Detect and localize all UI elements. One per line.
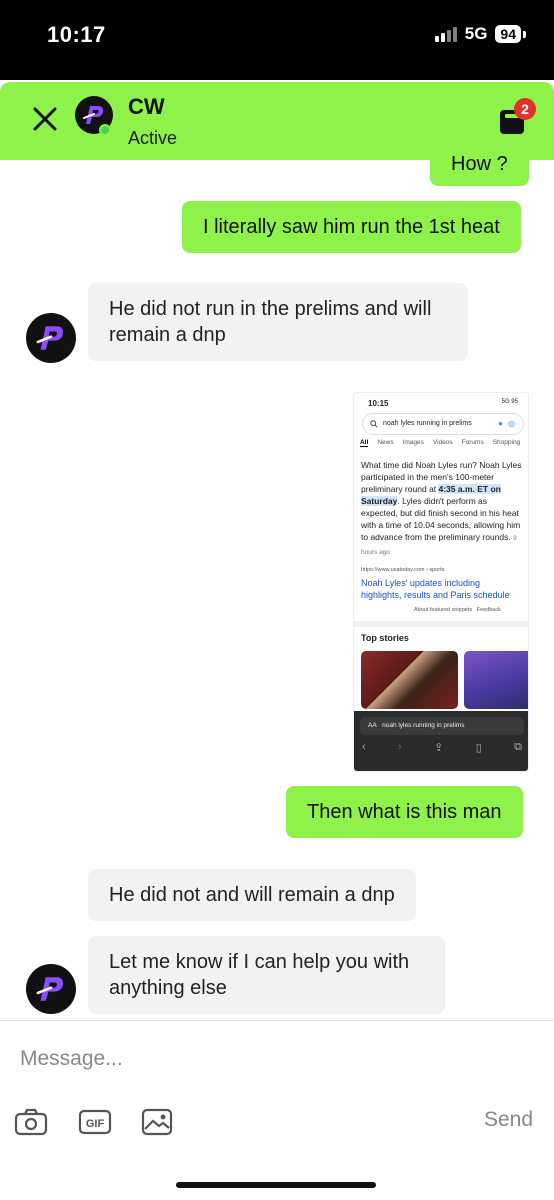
- tabs-icon: ⧉: [514, 741, 522, 753]
- search-icon: [370, 420, 378, 428]
- message-received: He did not run in the prelims and will r…: [88, 283, 468, 361]
- close-icon[interactable]: [30, 104, 60, 134]
- shot-feedback: About featured snippets Feedback: [414, 607, 501, 613]
- story-thumbnail: [464, 651, 528, 709]
- shot-url-text: noah lyles running in prelims: [382, 722, 465, 729]
- camera-icon[interactable]: [14, 1107, 48, 1137]
- story-thumbnail: [361, 651, 458, 709]
- shot-featured-snippet: What time did Noah Lyles run? Noah Lyles…: [361, 459, 523, 559]
- chat-header: CW Active 2: [0, 82, 554, 160]
- battery-nub: [523, 30, 526, 38]
- status-indicators: 5G 94: [434, 24, 526, 44]
- message-sent: How ?: [430, 152, 529, 186]
- shot-time: 10:15: [368, 399, 389, 408]
- message-input[interactable]: [20, 1045, 520, 1073]
- composer: GIF Send: [0, 1020, 554, 1200]
- signal-icon: [434, 26, 457, 42]
- network-label: 5G: [464, 24, 488, 43]
- shot-browser-bar: AA noah lyles running in prelims ‹ › ⇪ ▯…: [354, 711, 528, 771]
- message-sent: Then what is this man: [286, 786, 523, 838]
- about-snippets: About featured snippets: [414, 607, 473, 613]
- lens-icon: ◎: [508, 419, 515, 428]
- image-icon[interactable]: [140, 1107, 174, 1137]
- brand-logo-icon: [36, 977, 63, 1001]
- shot-tab: Images: [402, 439, 424, 446]
- share-icon: ⇪: [434, 742, 444, 754]
- shared-screenshot[interactable]: 10:15 5G 95 noah lyles running in prelim…: [353, 392, 529, 772]
- shot-tab: Forums: [461, 439, 484, 446]
- battery-icon: 94: [495, 25, 521, 43]
- shot-query: noah lyles running in prelims: [383, 420, 472, 427]
- contact-avatar[interactable]: [26, 313, 76, 363]
- contact-name: CW: [128, 94, 165, 119]
- online-indicator: [99, 124, 111, 136]
- shot-top-stories: Top stories: [361, 633, 409, 643]
- status-time: 10:17: [47, 22, 106, 47]
- forward-icon: ›: [398, 741, 402, 753]
- contact-avatar[interactable]: [26, 964, 76, 1014]
- shot-url-bar: AA noah lyles running in prelims: [360, 717, 524, 735]
- notification-badge: 2: [514, 98, 536, 120]
- status-bar: 10:17 5G 94: [0, 0, 554, 80]
- message-sent: I literally saw him run the 1st heat: [182, 201, 521, 253]
- message-received: Let me know if I can help you with anyth…: [88, 936, 445, 1014]
- chat-screen: 10:17 5G 94 CW Active 2 How ? I literall…: [0, 0, 554, 1200]
- shot-tab: Videos: [432, 439, 453, 446]
- shot-status-right: 5G 95: [501, 399, 518, 405]
- contact-status: Active: [128, 128, 178, 148]
- mic-icon: ●: [498, 419, 503, 428]
- shot-source: https://www.usatoday.com › sports: [361, 567, 445, 573]
- send-button[interactable]: Send: [484, 1108, 533, 1132]
- bookmarks-icon: ▯: [475, 742, 482, 754]
- shot-search-bar: noah lyles running in prelims ● ◎: [362, 413, 524, 435]
- shot-tab: News: [377, 439, 394, 446]
- gif-icon[interactable]: GIF: [78, 1107, 112, 1137]
- home-indicator: [176, 1182, 376, 1188]
- shot-tab: All: [360, 439, 369, 447]
- message-received: He did not and will remain a dnp: [88, 869, 416, 921]
- feedback-label: Feedback: [476, 607, 501, 613]
- shot-result-link: Noah Lyles' updates including highlights…: [361, 578, 510, 600]
- back-icon: ‹: [362, 741, 366, 753]
- shot-browser-nav: ‹ › ⇪ ▯ ⧉: [362, 741, 522, 754]
- divider: [354, 621, 528, 627]
- shot-tab: Shopping: [492, 439, 521, 446]
- svg-text:GIF: GIF: [86, 1118, 105, 1130]
- text-size-label: AA: [368, 722, 377, 729]
- shot-tabs: All News Images Videos Forums Shopping: [360, 439, 520, 447]
- brand-logo-icon: [36, 326, 63, 350]
